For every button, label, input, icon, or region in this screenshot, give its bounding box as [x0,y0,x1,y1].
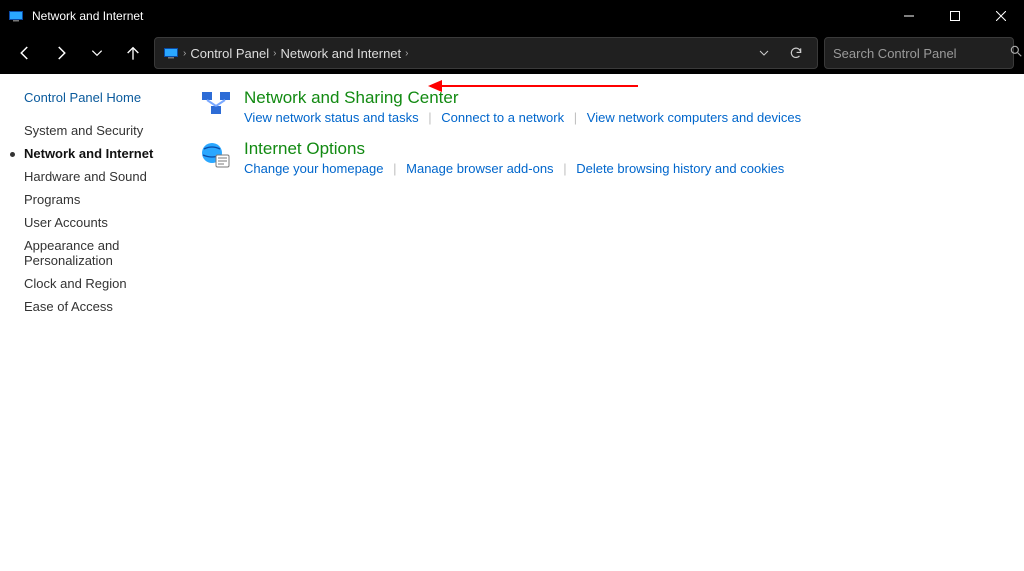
category-links: Change your homepage | Manage browser ad… [244,161,784,176]
chevron-right-icon[interactable]: › [183,48,186,59]
forward-button[interactable] [46,38,76,68]
sidebar-item-programs[interactable]: Programs [24,188,190,211]
breadcrumb-label: Network and Internet [280,46,401,61]
nav-row: › Control Panel › Network and Internet › [0,32,1024,74]
refresh-button[interactable] [783,40,809,66]
category-internet-options: Internet Options Change your homepage | … [200,139,1014,176]
address-expand-button[interactable] [751,40,777,66]
task-link[interactable]: View network status and tasks [244,110,419,125]
sidebar-list: System and Security Network and Internet… [24,119,190,318]
network-sharing-center-icon [200,88,232,120]
category-title-link[interactable]: Network and Sharing Center [244,88,459,108]
task-link[interactable]: Manage browser add-ons [406,161,553,176]
titlebar-left: Network and Internet [8,8,143,24]
search-input[interactable] [833,46,1009,61]
sidebar-item-hardware-and-sound[interactable]: Hardware and Sound [24,165,190,188]
category-network-sharing-center: Network and Sharing Center View network … [200,88,1014,125]
window-controls [886,0,1024,32]
category-title-link[interactable]: Internet Options [244,139,365,159]
sidebar-item-label: System and Security [24,123,143,138]
sidebar-item-label: Ease of Access [24,299,113,314]
search-icon[interactable] [1009,44,1023,63]
titlebar: Network and Internet [0,0,1024,32]
sidebar-item-label: Programs [24,192,80,207]
sidebar: Control Panel Home System and Security N… [0,74,190,571]
sidebar-item-user-accounts[interactable]: User Accounts [24,211,190,234]
task-link[interactable]: Change your homepage [244,161,384,176]
task-link[interactable]: View network computers and devices [587,110,801,125]
task-link[interactable]: Delete browsing history and cookies [576,161,784,176]
category-links: View network status and tasks | Connect … [244,110,801,125]
sidebar-item-appearance-personalization[interactable]: Appearance and Personalization [24,234,154,272]
separator: | [574,110,577,125]
breadcrumb-item[interactable]: Network and Internet [280,46,401,61]
sidebar-item-label: Clock and Region [24,276,127,291]
minimize-button[interactable] [886,0,932,32]
history-dropdown-button[interactable] [82,38,112,68]
control-panel-icon [8,8,24,24]
task-link[interactable]: Connect to a network [441,110,564,125]
sidebar-item-ease-of-access[interactable]: Ease of Access [24,295,190,318]
maximize-button[interactable] [932,0,978,32]
separator: | [428,110,431,125]
internet-options-icon [200,139,232,171]
back-button[interactable] [10,38,40,68]
sidebar-item-clock-and-region[interactable]: Clock and Region [24,272,190,295]
control-panel-icon [163,45,179,61]
up-button[interactable] [118,38,148,68]
sidebar-item-label: Network and Internet [24,146,153,161]
search-bar[interactable] [824,37,1014,69]
close-button[interactable] [978,0,1024,32]
sidebar-item-network-and-internet[interactable]: Network and Internet [24,142,190,165]
breadcrumb-label: Control Panel [190,46,269,61]
address-bar[interactable]: › Control Panel › Network and Internet › [154,37,818,69]
sidebar-home-link[interactable]: Control Panel Home [24,90,190,105]
sidebar-item-system-and-security[interactable]: System and Security [24,119,190,142]
window-title: Network and Internet [32,9,143,23]
sidebar-item-label: Appearance and Personalization [24,238,119,268]
separator: | [393,161,396,176]
breadcrumb-item[interactable]: Control Panel [190,46,269,61]
chevron-right-icon[interactable]: › [273,48,276,59]
chevron-right-icon[interactable]: › [405,48,408,59]
content-area: Network and Sharing Center View network … [190,74,1024,571]
sidebar-item-label: Hardware and Sound [24,169,147,184]
sidebar-item-label: User Accounts [24,215,108,230]
separator: | [563,161,566,176]
body-area: Control Panel Home System and Security N… [0,74,1024,571]
